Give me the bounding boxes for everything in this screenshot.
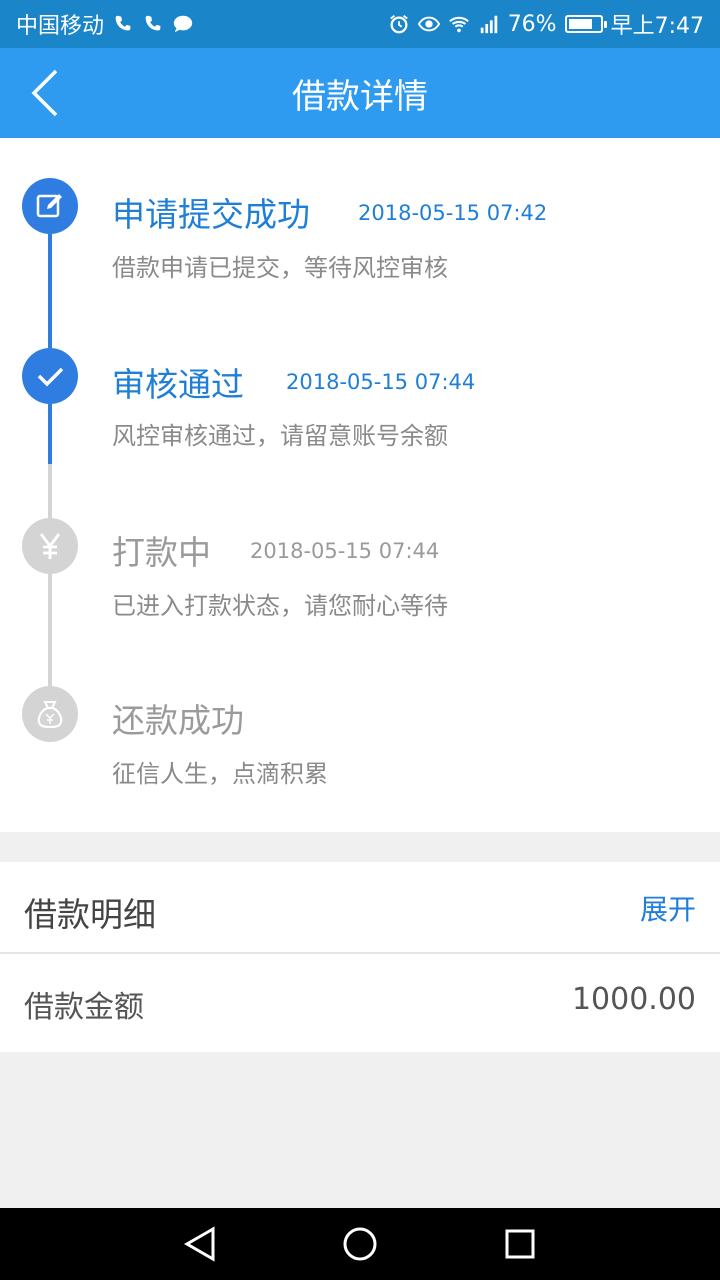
message-icon <box>173 15 193 33</box>
step-desc: 已进入打款状态，请您耐心等待 <box>112 592 448 620</box>
nav-recents-button[interactable] <box>500 1224 540 1264</box>
battery-fill <box>568 19 592 29</box>
alarm-icon <box>389 15 408 34</box>
step-desc: 风控审核通过，请留意账号余额 <box>112 422 448 450</box>
expand-button[interactable]: 展开 <box>640 888 696 928</box>
clock: 早上7:47 <box>610 14 704 39</box>
loan-amount-value: 1000.00 <box>571 982 696 1017</box>
circle-home-icon <box>343 1227 377 1261</box>
page-title: 借款详情 <box>292 76 428 117</box>
loan-amount-label: 借款金额 <box>24 990 144 1025</box>
timeline-line-3 <box>48 574 52 686</box>
step-time: 2018-05-15 07:44 <box>250 539 440 563</box>
step-node <box>22 178 78 234</box>
loan-detail-section: 借款明细 展开 借款金额 1000.00 <box>0 862 720 1052</box>
chevron-left-icon <box>31 69 58 117</box>
step-title: 申请提交成功 <box>112 195 310 234</box>
timeline-line-2 <box>48 404 52 464</box>
back-button[interactable] <box>20 63 70 123</box>
step-desc: 借款申请已提交，等待风控审核 <box>112 254 448 282</box>
money-bag-icon <box>37 701 63 729</box>
nav-home-button[interactable] <box>340 1224 380 1264</box>
timeline-line-1 <box>48 234 52 348</box>
step-title: 审核通过 <box>112 365 244 404</box>
signal-icon <box>480 15 497 34</box>
step-desc: 征信人生，点滴积累 <box>112 760 328 788</box>
edit-icon <box>36 194 62 218</box>
square-recents-icon <box>505 1229 535 1259</box>
battery-percent: 76% <box>507 11 557 37</box>
step-title: 还款成功 <box>112 701 244 740</box>
wifi-call-icon-2 <box>145 15 161 31</box>
step-node <box>22 686 78 742</box>
section-title: 借款明细 <box>24 895 156 934</box>
triangle-back-icon <box>183 1226 215 1262</box>
loan-detail-header: 借款明细 展开 <box>0 862 720 954</box>
title-bar: 借款详情 <box>0 48 720 138</box>
status-bar: 中国移动 76% 早上7:47 <box>0 0 720 48</box>
step-node <box>22 518 78 574</box>
timeline-line-2b <box>48 464 52 518</box>
step-time: 2018-05-15 07:42 <box>358 201 548 225</box>
wifi-call-icon <box>115 15 131 31</box>
step-node <box>22 348 78 404</box>
check-icon <box>37 367 64 387</box>
step-time: 2018-05-15 07:44 <box>286 370 476 394</box>
carrier-label: 中国移动 <box>16 14 105 39</box>
navigation-bar <box>0 1208 720 1280</box>
step-title: 打款中 <box>112 533 211 572</box>
loan-amount-row: 借款金额 1000.00 <box>0 956 720 1052</box>
yen-icon <box>39 533 61 559</box>
timeline: 申请提交成功 2018-05-15 07:42 借款申请已提交，等待风控审核 审… <box>0 138 720 832</box>
wifi-icon <box>448 16 469 33</box>
battery-icon <box>564 15 607 33</box>
nav-back-button[interactable] <box>180 1224 220 1264</box>
eye-icon <box>417 16 440 32</box>
